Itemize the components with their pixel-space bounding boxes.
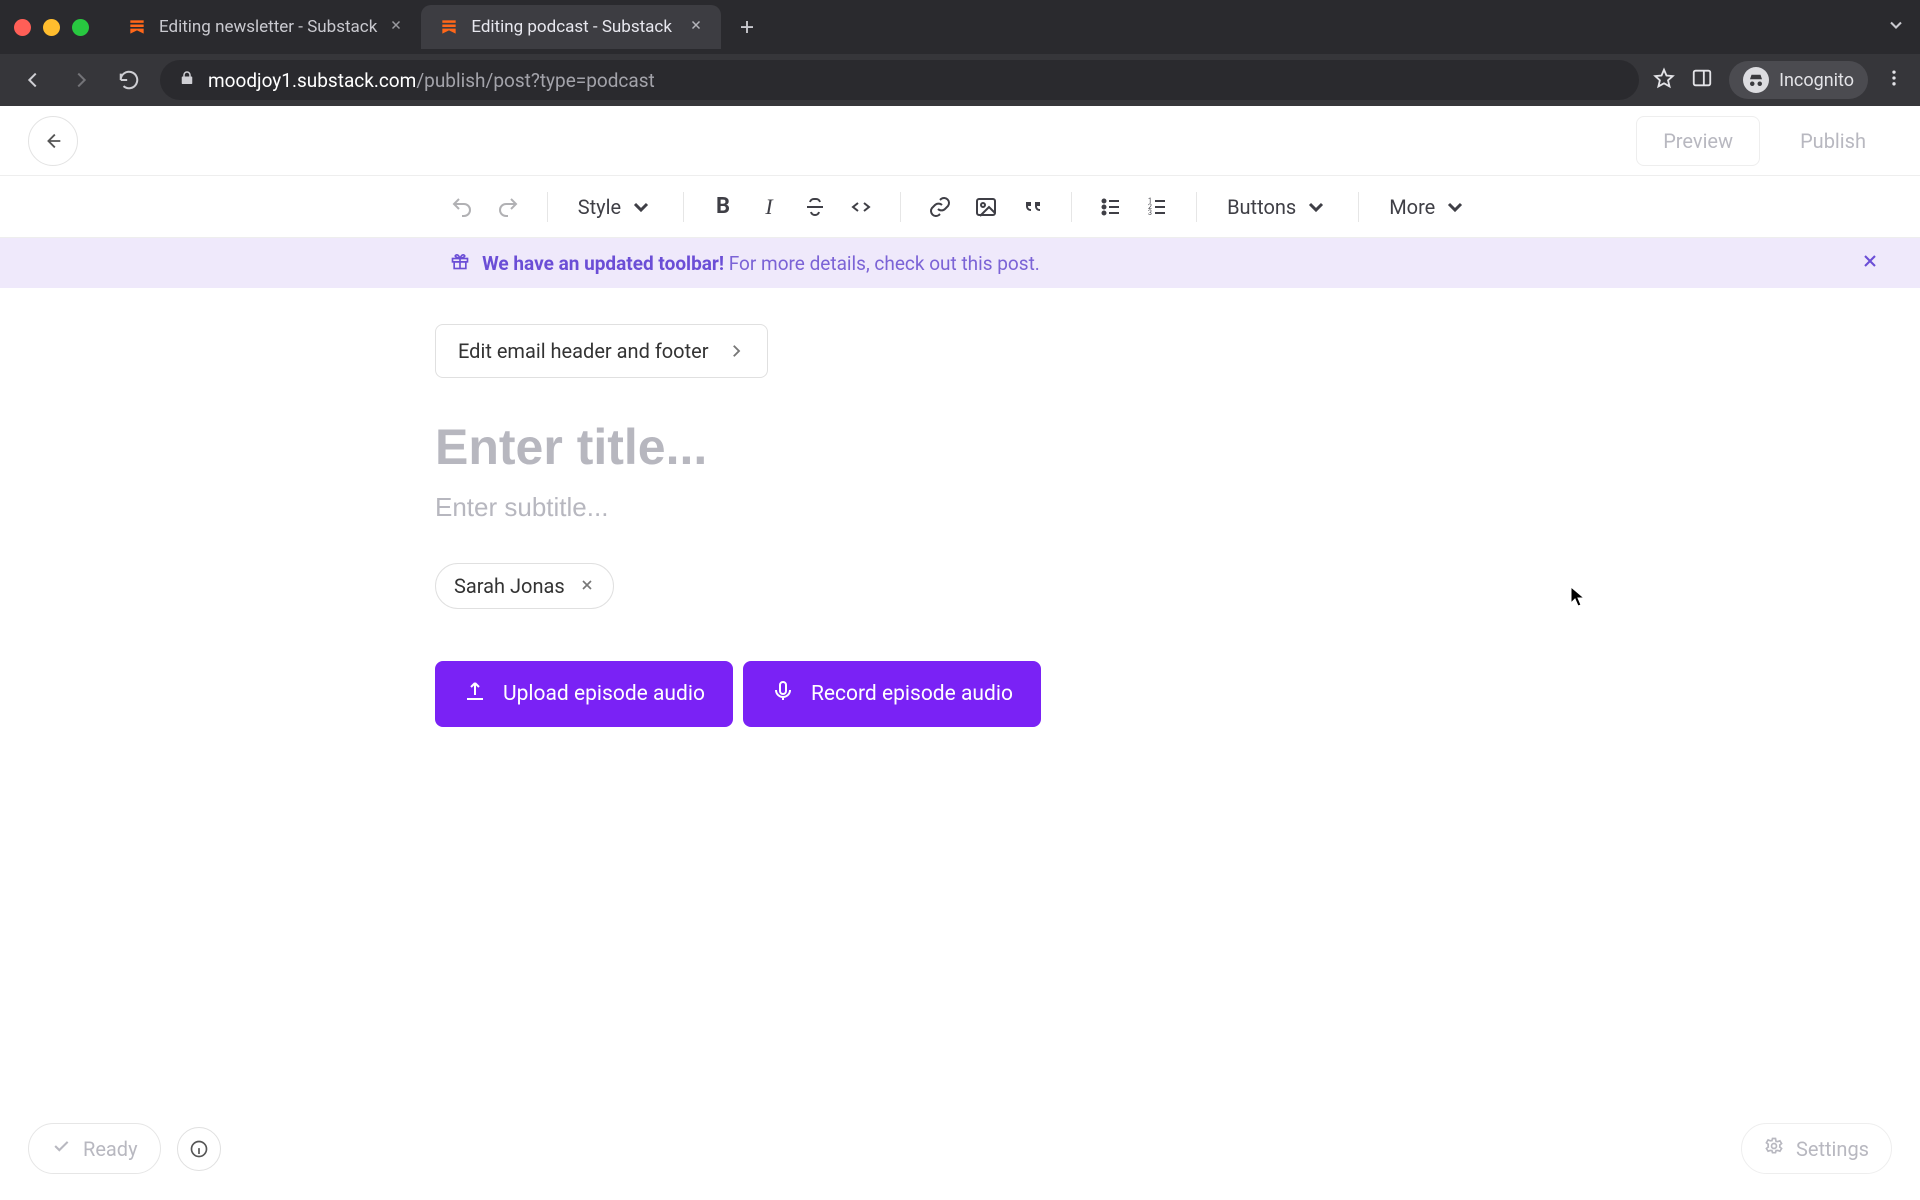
chevron-down-icon bbox=[1304, 195, 1328, 219]
author-name: Sarah Jonas bbox=[454, 574, 565, 598]
gift-icon bbox=[450, 251, 470, 276]
side-panel-icon[interactable] bbox=[1691, 67, 1713, 93]
url-text: moodjoy1.substack.com/publish/post?type=… bbox=[208, 69, 655, 92]
lock-icon bbox=[178, 69, 196, 92]
tab-title: Editing podcast - Substack bbox=[471, 17, 672, 37]
incognito-label: Incognito bbox=[1779, 70, 1854, 91]
preview-label: Preview bbox=[1663, 129, 1733, 153]
nav-forward-button[interactable] bbox=[64, 63, 98, 97]
bookmark-star-icon[interactable] bbox=[1653, 67, 1675, 93]
app-header: Preview Publish bbox=[0, 106, 1920, 176]
chevron-down-icon bbox=[1443, 195, 1467, 219]
app-viewport: Preview Publish Style B I bbox=[0, 106, 1920, 1200]
redo-button[interactable] bbox=[487, 186, 529, 228]
publish-button[interactable]: Publish bbox=[1774, 116, 1892, 166]
editor-toolbar: Style B I bbox=[0, 176, 1920, 238]
publish-label: Publish bbox=[1800, 129, 1866, 153]
tabs-dropdown-icon[interactable] bbox=[1886, 15, 1906, 39]
ready-label: Ready bbox=[83, 1137, 138, 1161]
bold-button[interactable]: B bbox=[702, 186, 744, 228]
new-tab-button[interactable] bbox=[729, 9, 765, 45]
ready-status-chip[interactable]: Ready bbox=[28, 1123, 161, 1174]
back-button[interactable] bbox=[28, 116, 78, 166]
image-button[interactable] bbox=[965, 186, 1007, 228]
numbered-list-button[interactable]: 123 bbox=[1136, 186, 1178, 228]
editor-body: Edit email header and footer Sarah Jonas… bbox=[435, 324, 1485, 727]
more-dropdown[interactable]: More bbox=[1377, 186, 1479, 228]
window-maximize-button[interactable] bbox=[72, 19, 89, 36]
author-chip[interactable]: Sarah Jonas bbox=[435, 563, 614, 609]
record-episode-audio-button[interactable]: Record episode audio bbox=[743, 661, 1041, 727]
incognito-chip[interactable]: Incognito bbox=[1729, 61, 1868, 99]
check-icon bbox=[51, 1136, 71, 1161]
browser-tab-podcast[interactable]: Editing podcast - Substack bbox=[421, 5, 721, 49]
nav-back-button[interactable] bbox=[16, 63, 50, 97]
title-input[interactable] bbox=[435, 418, 1485, 476]
upload-icon bbox=[463, 679, 487, 709]
banner-rest-text[interactable]: For more details, check out this post. bbox=[729, 252, 1040, 275]
preview-button[interactable]: Preview bbox=[1636, 116, 1760, 166]
chevron-right-icon bbox=[727, 342, 745, 360]
tab-strip: Editing newsletter - Substack Editing po… bbox=[0, 0, 1920, 54]
window-close-button[interactable] bbox=[14, 19, 31, 36]
mouse-cursor-icon bbox=[1570, 586, 1586, 608]
window-minimize-button[interactable] bbox=[43, 19, 60, 36]
subtitle-input[interactable] bbox=[435, 492, 1485, 523]
info-button[interactable] bbox=[177, 1127, 221, 1171]
chrome-menu-icon[interactable] bbox=[1884, 68, 1904, 92]
substack-favicon-icon bbox=[439, 17, 459, 37]
author-remove-icon[interactable] bbox=[579, 574, 595, 598]
settings-button[interactable]: Settings bbox=[1741, 1123, 1892, 1174]
style-dropdown[interactable]: Style bbox=[566, 186, 665, 228]
buttons-dropdown[interactable]: Buttons bbox=[1215, 186, 1340, 228]
microphone-icon bbox=[771, 679, 795, 709]
nav-reload-button[interactable] bbox=[112, 63, 146, 97]
tab-title: Editing newsletter - Substack bbox=[159, 17, 377, 37]
link-button[interactable] bbox=[919, 186, 961, 228]
buttons-label: Buttons bbox=[1227, 195, 1296, 219]
code-button[interactable] bbox=[840, 186, 882, 228]
undo-button[interactable] bbox=[441, 186, 483, 228]
svg-text:3: 3 bbox=[1148, 209, 1152, 217]
italic-button[interactable]: I bbox=[748, 186, 790, 228]
substack-favicon-icon bbox=[127, 17, 147, 37]
chevron-down-icon bbox=[629, 195, 653, 219]
strikethrough-button[interactable] bbox=[794, 186, 836, 228]
settings-label: Settings bbox=[1796, 1137, 1869, 1161]
bullet-list-button[interactable] bbox=[1090, 186, 1132, 228]
upload-label: Upload episode audio bbox=[503, 682, 705, 706]
upload-episode-audio-button[interactable]: Upload episode audio bbox=[435, 661, 733, 727]
url-path: /publish/post?type=podcast bbox=[416, 69, 654, 92]
footer-left: Ready bbox=[28, 1123, 221, 1174]
address-bar[interactable]: moodjoy1.substack.com/publish/post?type=… bbox=[160, 60, 1639, 100]
tab-close-icon[interactable] bbox=[689, 17, 703, 37]
window-controls bbox=[14, 19, 89, 36]
banner-close-button[interactable] bbox=[1860, 251, 1880, 276]
edit-email-header-footer-label: Edit email header and footer bbox=[458, 339, 709, 363]
toolbar-update-banner: We have an updated toolbar! For more det… bbox=[0, 238, 1920, 288]
banner-strong-text: We have an updated toolbar! bbox=[482, 252, 724, 275]
blockquote-button[interactable] bbox=[1011, 186, 1053, 228]
url-host: moodjoy1.substack.com bbox=[208, 69, 416, 92]
incognito-icon bbox=[1743, 67, 1769, 93]
browser-chrome: Editing newsletter - Substack Editing po… bbox=[0, 0, 1920, 106]
browser-tab-newsletter[interactable]: Editing newsletter - Substack bbox=[109, 5, 421, 49]
footer-right: Settings bbox=[1741, 1123, 1892, 1174]
more-label: More bbox=[1389, 195, 1435, 219]
tab-close-icon[interactable] bbox=[389, 17, 403, 37]
nav-bar: moodjoy1.substack.com/publish/post?type=… bbox=[0, 54, 1920, 106]
edit-email-header-footer-button[interactable]: Edit email header and footer bbox=[435, 324, 768, 378]
chrome-right-icons: Incognito bbox=[1653, 61, 1904, 99]
style-label: Style bbox=[578, 195, 621, 219]
gear-icon bbox=[1764, 1136, 1784, 1161]
record-label: Record episode audio bbox=[811, 682, 1013, 706]
